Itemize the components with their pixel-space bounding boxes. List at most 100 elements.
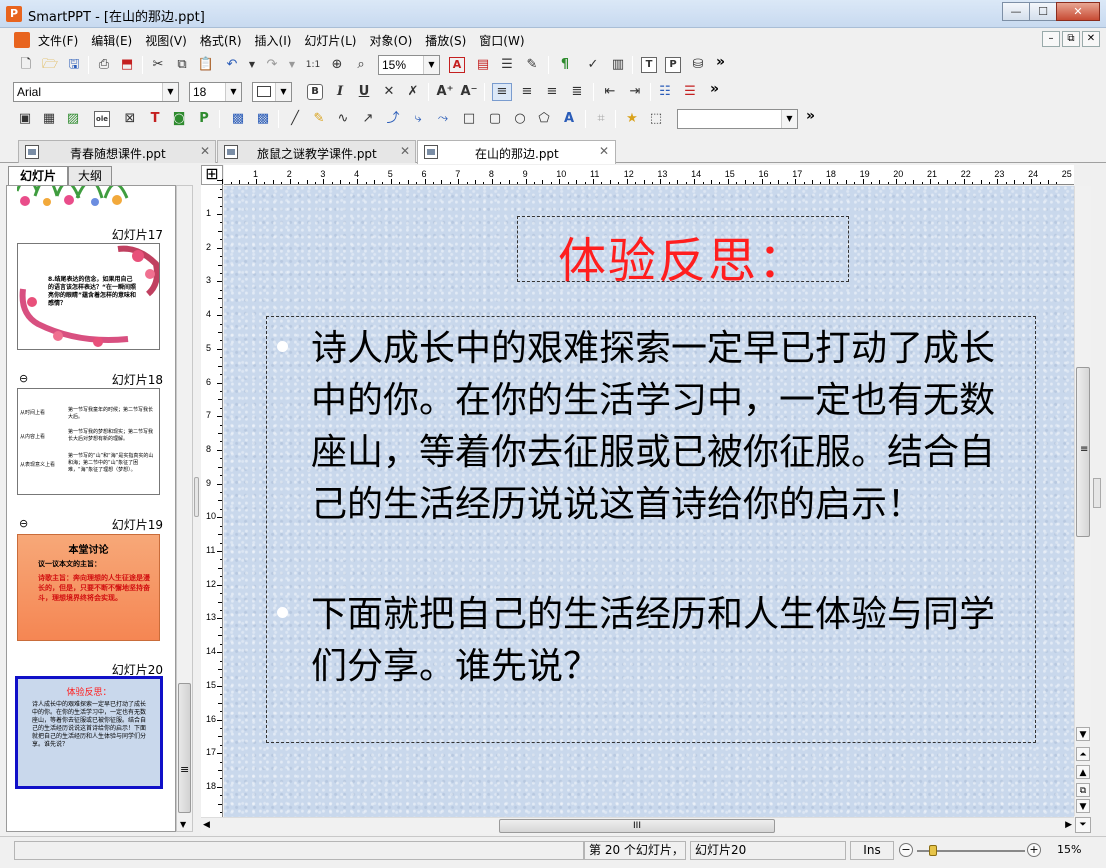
sound-icon[interactable]: ▩ [253,109,273,129]
zoom-slider-knob[interactable] [929,845,937,856]
slide-layout-icon[interactable]: ▤ [473,55,493,75]
frame-o-icon[interactable]: ◙ [169,109,189,129]
next-slide-icon[interactable]: ▼ [1076,799,1090,813]
indent-icon[interactable]: ⇥ [625,82,645,102]
slide-list-icon[interactable]: ⧉ [1076,783,1090,797]
ruler-corner-button[interactable]: ⊞ [201,165,223,185]
doc-minimize-button[interactable]: – [1042,31,1060,47]
splitter-handle[interactable] [194,477,199,517]
toolbar-overflow-icon[interactable]: » [716,54,725,70]
font-name-combo[interactable]: Arial ▼ [13,82,179,102]
ole-object-icon[interactable]: ole [94,111,110,127]
curve-icon[interactable]: ∿ [333,109,353,129]
text-mode-t-icon[interactable]: T [641,57,657,73]
menu-format[interactable]: 格式(R) [200,32,242,49]
arrow-icon[interactable]: ↗ [358,109,378,129]
vertical-scrollbar[interactable]: ≡ ▼ ⏶ ▲ ⧉ ▼ [1074,186,1091,816]
chevron-down-icon[interactable]: ▼ [225,83,241,101]
toolbar-overflow-icon[interactable]: » [806,108,815,124]
menu-view[interactable]: 视图(V) [145,32,187,49]
close-icon[interactable]: ✕ [400,144,410,158]
font-color-a-icon[interactable]: A [449,57,465,73]
film-icon[interactable]: ▩ [228,109,248,129]
menu-insert[interactable]: 插入(I) [255,32,292,49]
save-icon[interactable]: 🖫 [64,55,84,75]
align-center-icon[interactable]: ≡ [517,82,537,102]
slide-body-paragraph-2[interactable]: 下面就把自己的生活经历和人生体验与同学们分享。谁先说？ [311,589,1011,693]
menu-window[interactable]: 窗口(W) [479,32,524,49]
spell-check-icon[interactable]: ✓ [583,55,603,75]
outdent-icon[interactable]: ⇤ [600,82,620,102]
fill-color-combo[interactable]: ▼ [252,82,292,102]
align-left-icon[interactable]: ≡ [492,83,512,101]
paragraph-mark-icon[interactable]: ¶ [555,55,575,75]
doc-restore-button[interactable]: ⧉ [1062,31,1080,47]
chevron-down-icon[interactable]: ▼ [781,110,797,128]
open-folder-icon[interactable]: 🗁 [40,55,60,75]
minimize-button[interactable]: — [1002,2,1030,21]
scroll-thumb[interactable]: ≡ [1076,367,1090,537]
rectangle-icon[interactable]: □ [459,109,479,129]
format-painter-icon[interactable]: ✎ [522,55,542,75]
crop-icon[interactable]: ⌗ [591,109,611,129]
textbox-t-icon[interactable]: T [145,109,165,129]
pdf-export-icon[interactable]: ⬒ [117,55,137,75]
table-icon[interactable]: ▦ [39,109,59,129]
chevron-down-icon[interactable]: ▼ [162,83,178,101]
close-icon[interactable]: ✕ [599,144,609,158]
outline-list-icon[interactable]: ☰ [497,55,517,75]
zoom-in-icon[interactable]: ⊕ [327,55,347,75]
scroll-right-icon[interactable]: ▶ [1065,820,1072,830]
align-right-icon[interactable]: ≡ [542,82,562,102]
toolbar-overflow-icon[interactable]: » [710,81,719,97]
grid-icon[interactable]: 1:1 [303,55,323,75]
clear-format-icon[interactable]: ✗ [403,82,423,102]
database-icon[interactable]: ⛁ [688,55,708,75]
tab-slides[interactable]: 幻灯片 [8,166,68,186]
text-mode-p-icon[interactable]: P [665,57,681,73]
right-splitter-handle[interactable] [1093,478,1101,508]
slide-body-placeholder[interactable]: 诗人成长中的艰难探索一定早已打动了成长中的你。在你的生活学习中，一定也有无数座山… [266,316,1036,743]
previous-slide-icon[interactable]: ▲ [1076,765,1090,779]
chevron-down-icon[interactable]: ▼ [275,83,291,101]
decrease-font-icon[interactable]: A⁻ [459,82,479,102]
horizontal-ruler[interactable]: 1 2 3 4 5 6 7 8 9 10 11 12 13 14 15 16 17 18 19 20 21 22 23 24 2… [222,165,1074,185]
zoom-combo[interactable]: 15% ▼ [378,55,440,75]
bullet-list-icon[interactable]: ☷ [655,82,675,102]
menu-object[interactable]: 对象(O) [369,32,412,49]
ellipse-icon[interactable]: ○ [510,109,530,129]
shapes-icon[interactable]: ⬠ [534,109,554,129]
print-icon[interactable]: ⎙ [94,55,114,75]
slide-title-placeholder[interactable]: 体验反思： [517,216,849,289]
scroll-down-icon[interactable]: ▼ [180,820,186,829]
numbered-list-icon[interactable]: ☰ [680,82,700,102]
doc-close-button[interactable]: ✕ [1082,31,1100,47]
image-icon[interactable]: ▨ [63,109,83,129]
scroll-left-icon[interactable]: ◀ [203,820,210,830]
font-size-combo[interactable]: 18 ▼ [189,82,242,102]
media-icon[interactable]: ⊠ [120,109,140,129]
slide-panel-scrollbar[interactable]: ≡ ▼ [176,185,193,832]
slide-title[interactable]: 体验反思： [518,221,848,291]
chevron-down-icon[interactable]: ▼ [423,56,439,74]
connector-icon[interactable]: ⤴ [383,109,403,129]
copy-icon[interactable]: ⧉ [172,55,192,75]
slide-thumbnail-16[interactable] [17,186,160,206]
slide-body-paragraph-1[interactable]: 诗人成长中的艰难探索一定早已打动了成长中的你。在你的生活学习中，一定也有无数座山… [311,323,1011,531]
slide-thumbnail-17[interactable]: 8.结尾表达的信念，如果用自己的语言该怎样表达？“在一瞬间照亮你的眼睛”蕴含着怎… [17,243,160,350]
zoom-in-button[interactable]: + [1027,843,1041,857]
chart-icon[interactable]: ▥ [608,55,628,75]
justify-icon[interactable]: ≣ [567,82,587,102]
strikethrough-icon[interactable]: ✕ [379,82,399,102]
tab-outline[interactable]: 大纲 [68,166,112,186]
zoom-out-button[interactable]: − [899,843,913,857]
bold-icon[interactable]: B [307,84,323,100]
paste-icon[interactable]: 📋 [196,55,216,75]
doc-tab-1[interactable]: 青春随想课件.ppt ✕ [18,140,216,163]
undo-icon[interactable]: ↶ [222,55,242,75]
redo-icon[interactable]: ↷ [262,55,282,75]
underline-icon[interactable]: U [354,82,374,102]
scroll-down-icon[interactable]: ▼ [1076,727,1090,741]
panel-splitter[interactable] [194,165,200,832]
menu-play[interactable]: 播放(S) [425,32,466,49]
